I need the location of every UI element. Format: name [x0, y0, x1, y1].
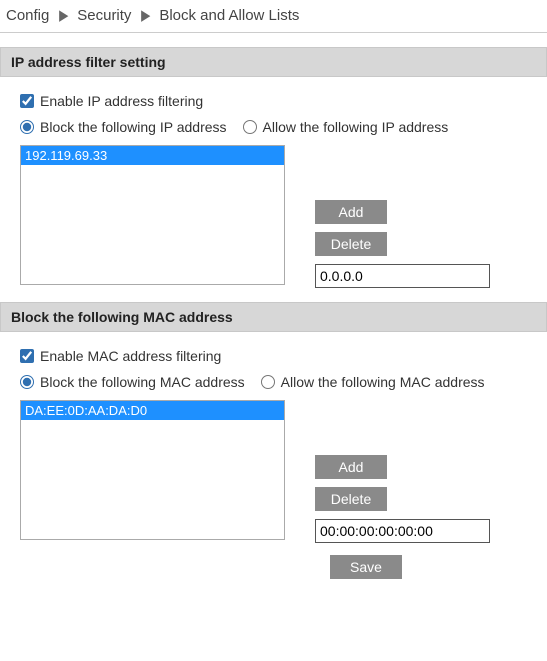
- chevron-right-icon: ▶: [58, 6, 70, 24]
- breadcrumb-item-block-allow[interactable]: Block and Allow Lists: [159, 7, 299, 24]
- ip-address-input[interactable]: [315, 264, 490, 288]
- enable-mac-filtering-label: Enable MAC address filtering: [40, 348, 221, 364]
- mac-address-input[interactable]: [315, 519, 490, 543]
- ip-delete-button[interactable]: Delete: [315, 232, 387, 256]
- list-item[interactable]: 192.119.69.33: [21, 146, 284, 165]
- breadcrumb-item-config[interactable]: Config: [6, 7, 49, 24]
- mac-delete-button[interactable]: Delete: [315, 487, 387, 511]
- enable-ip-filtering-label: Enable IP address filtering: [40, 93, 203, 109]
- mac-mode-block-label: Block the following MAC address: [40, 374, 245, 390]
- breadcrumb-item-security[interactable]: Security: [77, 7, 131, 24]
- enable-ip-filtering-checkbox[interactable]: [20, 94, 34, 108]
- ip-mode-block-label: Block the following IP address: [40, 119, 227, 135]
- mac-mode-block-radio[interactable]: [20, 375, 34, 389]
- section-header-ip: IP address filter setting: [0, 47, 547, 77]
- save-button[interactable]: Save: [330, 555, 402, 579]
- ip-mode-block-radio[interactable]: [20, 120, 34, 134]
- ip-mode-allow-radio[interactable]: [243, 120, 257, 134]
- mac-add-button[interactable]: Add: [315, 455, 387, 479]
- section-header-mac: Block the following MAC address: [0, 302, 547, 332]
- breadcrumb: Config ▶ Security ▶ Block and Allow List…: [0, 0, 547, 33]
- chevron-right-icon: ▶: [140, 6, 152, 24]
- mac-mode-allow-radio[interactable]: [261, 375, 275, 389]
- list-item[interactable]: DA:EE:0D:AA:DA:D0: [21, 401, 284, 420]
- mac-listbox[interactable]: DA:EE:0D:AA:DA:D0: [20, 400, 285, 540]
- enable-mac-filtering-checkbox[interactable]: [20, 349, 34, 363]
- mac-mode-allow-label: Allow the following MAC address: [281, 374, 485, 390]
- ip-mode-allow-label: Allow the following IP address: [263, 119, 449, 135]
- ip-listbox[interactable]: 192.119.69.33: [20, 145, 285, 285]
- ip-add-button[interactable]: Add: [315, 200, 387, 224]
